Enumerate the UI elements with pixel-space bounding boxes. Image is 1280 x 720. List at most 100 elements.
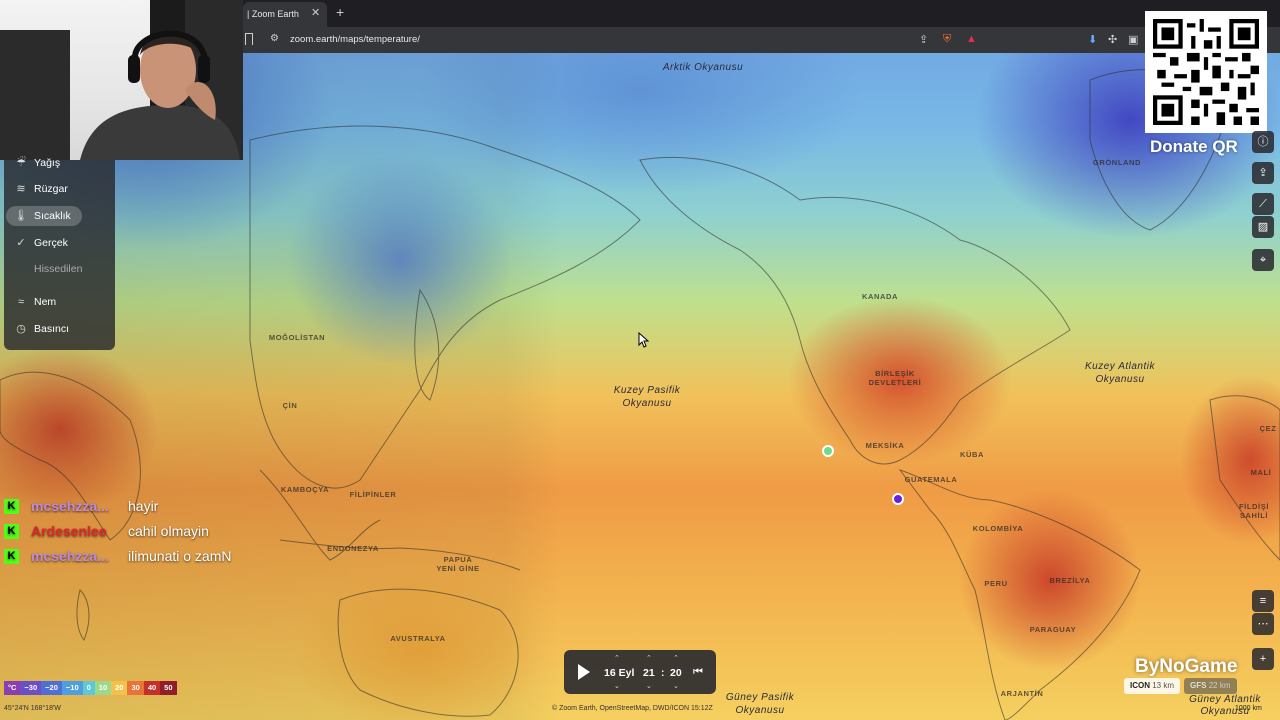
site-info-icon[interactable]: ⚙	[270, 33, 279, 44]
menu-item-feels-like[interactable]: Hissedilen	[6, 259, 104, 279]
date-down-icon[interactable]: ⌄	[614, 682, 620, 690]
label-cambodia: KAMBOÇYA	[280, 485, 330, 494]
donate-qr-label: Donate QR	[1150, 137, 1238, 156]
label-colombia: KOLOMBİYA	[972, 524, 1024, 533]
locate-button[interactable]: ⌖	[1252, 249, 1274, 271]
rain-icon: ☔	[16, 157, 26, 169]
new-tab-icon[interactable]: +	[336, 4, 344, 20]
chat-username: mcsehzza...	[31, 498, 109, 514]
model-selector: ICON 13 km GFS 22 km	[1124, 678, 1237, 694]
model-gfs-button[interactable]: GFS 22 km	[1184, 678, 1237, 694]
kick-badge-icon: K	[4, 524, 19, 539]
timeline-date[interactable]: 16 Eyl	[604, 667, 634, 679]
share-icon: ⇪	[1258, 167, 1268, 179]
label-canada: KANADA	[861, 292, 899, 301]
share-button[interactable]: ⇪	[1252, 162, 1274, 184]
map-scale: 1000 km	[1235, 705, 1262, 712]
menu-item-label: Nem	[34, 296, 57, 308]
map-marker-green[interactable]	[822, 445, 834, 457]
check-icon: ✓	[16, 237, 26, 249]
info-button[interactable]: ⓘ	[1252, 131, 1274, 153]
map-attribution[interactable]: © Zoom Earth, OpenStreetMap, DWD/ICON 15…	[552, 705, 713, 712]
share-icon[interactable]: ⇪	[919, 33, 928, 46]
skip-to-now-icon[interactable]: ⏮	[693, 666, 703, 679]
wind-icon: ≋	[16, 183, 26, 195]
menu-item-pressure[interactable]: ◷ Basıncı	[6, 319, 104, 339]
area-button[interactable]: ▨	[1252, 216, 1274, 238]
menu-item-humidity[interactable]: ≈ Nem	[6, 292, 104, 312]
play-icon[interactable]	[578, 664, 590, 680]
more-button[interactable]: ⋯	[1252, 613, 1274, 635]
chat-username: mcsehzza...	[31, 548, 109, 564]
tab-title: | Zoom Earth	[247, 9, 299, 19]
area-icon: ▨	[1257, 221, 1269, 233]
hour-up-icon[interactable]: ⌃	[646, 654, 652, 662]
label-north-atlantic-2: Okyanusu	[1095, 374, 1145, 385]
label-australia: AVUSTRALYA	[390, 634, 446, 643]
label-south-atlantic-1: Güney Atlantik	[1189, 694, 1261, 705]
sidebar-icon[interactable]: ▣	[1128, 33, 1138, 46]
hour-down-icon[interactable]: ⌄	[646, 682, 652, 690]
minute-down-icon[interactable]: ⌄	[673, 682, 679, 690]
menu-item-label: Gerçek	[34, 237, 68, 249]
label-cez: ÇEZ	[1259, 424, 1277, 433]
label-guatemala: GUATEMALA	[904, 475, 958, 484]
temperature-legend[interactable]: °C −30 −20 −10 0 10 20 30 40 50	[4, 681, 177, 695]
legend-value: 20	[111, 681, 128, 695]
chat-text: hayir	[128, 498, 159, 514]
donate-qr-code	[1145, 11, 1267, 133]
url-field[interactable]: zoom.earth/maps/temperature/	[290, 34, 420, 45]
label-ivory-coast-1: FİLDİŞİ	[1238, 502, 1270, 511]
label-argentina: ARJANTİN	[1000, 689, 1044, 698]
time-separator: :	[661, 667, 665, 679]
menu-item-label: Rüzgar	[34, 183, 68, 195]
ruler-icon: ⟋	[1259, 198, 1267, 210]
legend-value: 10	[94, 681, 112, 695]
model-name: GFS	[1190, 681, 1207, 690]
locate-icon: ⌖	[1259, 254, 1267, 266]
brave-shield-icon[interactable]: ⛨	[943, 33, 951, 46]
label-paraguay: PARAGUAY	[1029, 625, 1077, 634]
map-marker-purple[interactable]	[892, 493, 904, 505]
zoom-in-button[interactable]: +	[1252, 648, 1274, 670]
browser-tab-bar	[243, 0, 1280, 27]
model-icon-button[interactable]: ICON 13 km	[1124, 678, 1181, 694]
extensions-icon[interactable]: ✣	[1108, 33, 1117, 46]
chat-text: cahil olmayin	[128, 523, 209, 539]
legend-value: −20	[41, 681, 62, 695]
menu-item-rain[interactable]: ☔ Yağış	[6, 153, 104, 173]
timeline-hour[interactable]: 21	[643, 667, 655, 679]
timeline-minute[interactable]: 20	[670, 667, 682, 679]
layers-button[interactable]: ≡	[1252, 590, 1274, 612]
humidity-icon: ≈	[17, 296, 25, 308]
download-icon[interactable]: ⬇	[1088, 33, 1097, 46]
legend-value: −30	[20, 681, 42, 695]
measure-button[interactable]: ⟋	[1252, 193, 1274, 215]
menu-item-label: Yağış	[34, 157, 61, 169]
brave-rewards-icon[interactable]: ▲	[966, 33, 977, 45]
menu-item-temperature[interactable]: 🌡 Sıcaklık	[6, 206, 82, 226]
bynogame-watermark: ByNoGame	[1135, 656, 1238, 677]
menu-item-actual[interactable]: ✓ Gerçek	[6, 233, 104, 253]
kick-badge-icon: K	[4, 549, 19, 564]
bookmark-icon[interactable]	[245, 33, 253, 45]
qr-code-pattern	[1153, 19, 1259, 125]
label-north-pacific-2: Okyanusu	[622, 398, 672, 409]
label-usa-1: BİRLEŞİK	[875, 369, 915, 378]
minute-up-icon[interactable]: ⌃	[673, 654, 679, 662]
label-peru: PERU	[984, 579, 1008, 588]
info-icon: ⓘ	[1257, 136, 1269, 148]
label-south-pacific-2: Okyanusu	[735, 705, 785, 716]
label-papua-2: YENİ GİNE	[436, 564, 480, 573]
label-usa-2: DEVLETLERİ	[868, 378, 922, 387]
label-north-atlantic-1: Kuzey Atlantik	[1085, 361, 1155, 372]
chat-username: Ardesenlee	[31, 523, 107, 539]
cursor-coordinates: 45°24'N 168°18'W	[4, 705, 61, 712]
tab-close-icon[interactable]: ✕	[311, 6, 320, 19]
date-up-icon[interactable]: ⌃	[614, 654, 620, 662]
legend-value: −10	[61, 681, 83, 695]
menu-item-wind[interactable]: ≋ Rüzgar	[6, 179, 104, 199]
plus-icon: +	[1259, 653, 1267, 665]
thermometer-icon: 🌡	[14, 210, 28, 222]
layers-icon: ≡	[1259, 595, 1267, 607]
